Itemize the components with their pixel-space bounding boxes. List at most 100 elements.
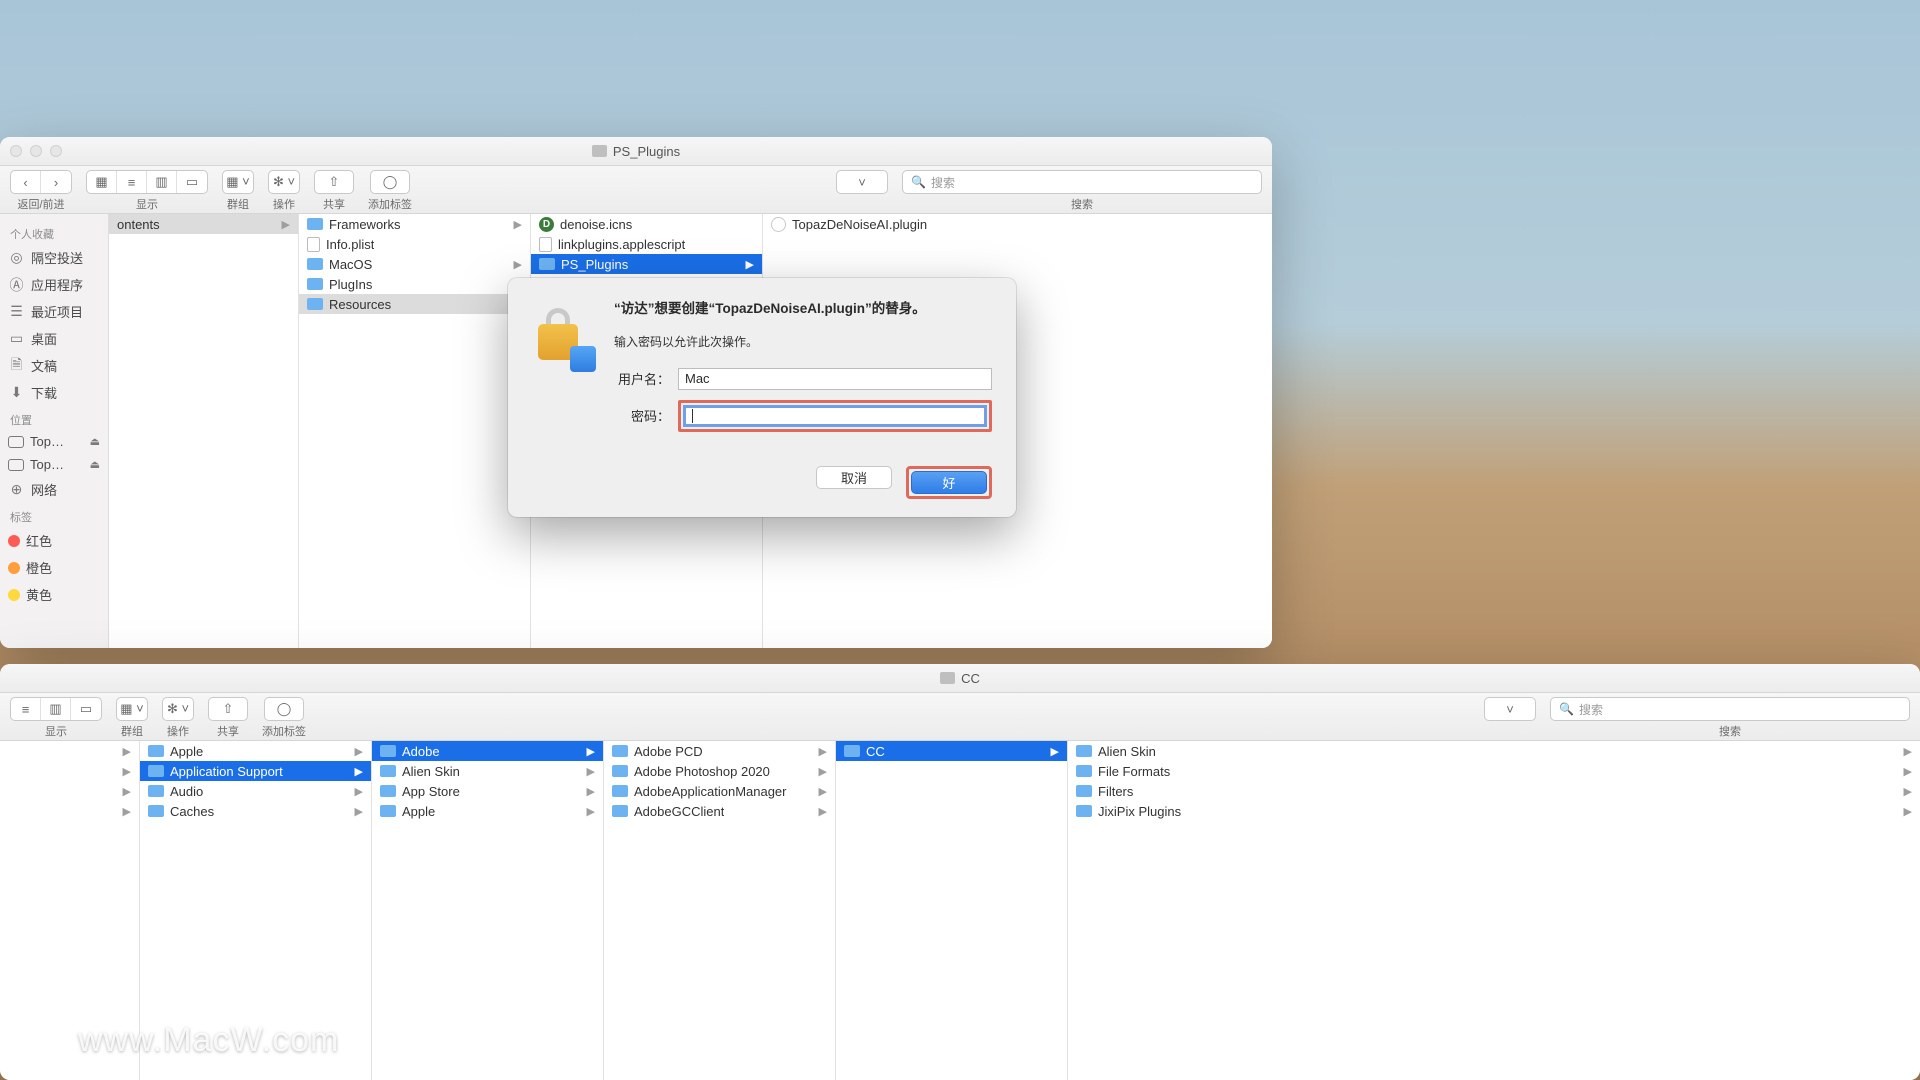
sidebar-tag-red[interactable]: 红色 (0, 527, 108, 554)
list-item[interactable]: ▶ (0, 741, 139, 761)
list-item[interactable]: Frameworks▶ (299, 214, 530, 234)
column-view[interactable]: ▥ (41, 698, 71, 720)
share-button[interactable]: ⇧ (314, 170, 354, 194)
tags-button[interactable]: ◯ (264, 697, 304, 721)
sidebar-airdrop[interactable]: ◎隔空投送 (0, 244, 108, 271)
path-menu[interactable]: ˅ (1484, 697, 1536, 721)
list-item[interactable]: Adobe PCD▶ (604, 741, 835, 761)
list-item[interactable]: Audio▶ (140, 781, 371, 801)
column-2[interactable]: Frameworks▶ Info.plist MacOS▶ PlugIns▶ R… (299, 214, 531, 648)
list-item[interactable]: Alien Skin▶ (372, 761, 603, 781)
list-item[interactable]: ontents▶ (109, 214, 298, 234)
tags-button[interactable]: ◯ (370, 170, 410, 194)
list-item[interactable]: File Formats▶ (1068, 761, 1920, 781)
eject-icon[interactable]: ⏏ (90, 435, 100, 448)
list-item[interactable]: PS_Plugins▶ (531, 254, 762, 274)
column-2[interactable]: Adobe▶ Alien Skin▶ App Store▶ Apple▶ (372, 741, 604, 1080)
chevron-right-icon: ▶ (123, 765, 131, 778)
zoom-dot[interactable] (50, 145, 62, 157)
password-field[interactable] (683, 405, 987, 427)
chevron-right-icon: ▶ (1904, 745, 1912, 758)
forward-button[interactable]: › (41, 171, 71, 193)
path-menu[interactable]: ˅ (836, 170, 888, 194)
titlebar[interactable]: PS_Plugins (0, 137, 1272, 166)
list-item[interactable]: Adobe▶ (372, 741, 603, 761)
titlebar[interactable]: CC (0, 664, 1920, 693)
group-menu[interactable]: ▦ ˅ (222, 170, 254, 194)
gallery-view[interactable]: ▭ (71, 698, 101, 720)
sidebar-recents[interactable]: ☰最近项目 (0, 298, 108, 325)
action-menu[interactable]: ✻ ˅ (268, 170, 300, 194)
traffic-lights (10, 145, 62, 157)
column-4[interactable]: CC▶ (836, 741, 1068, 1080)
list-item[interactable]: App Store▶ (372, 781, 603, 801)
column-0[interactable]: ▶ ▶ ▶ ▶ (0, 741, 140, 1080)
ok-button[interactable]: 好 (911, 471, 987, 494)
group-menu[interactable]: ▦ ˅ (116, 697, 148, 721)
list-item[interactable]: AdobeGCClient▶ (604, 801, 835, 821)
column-3[interactable]: Adobe PCD▶ Adobe Photoshop 2020▶ AdobeAp… (604, 741, 836, 1080)
list-item[interactable]: JixiPix Plugins▶ (1068, 801, 1920, 821)
sidebar-tag-yellow[interactable]: 黄色 (0, 581, 108, 608)
list-item[interactable]: ▶ (0, 781, 139, 801)
list-item[interactable]: Filters▶ (1068, 781, 1920, 801)
list-item[interactable]: Apple▶ (372, 801, 603, 821)
list-item[interactable]: TopazDeNoiseAI.plugin (763, 214, 1272, 234)
cancel-button[interactable]: 取消 (816, 466, 892, 489)
list-item[interactable]: ▶ (0, 801, 139, 821)
sidebar-tag-orange[interactable]: 橙色 (0, 554, 108, 581)
icon-view[interactable]: ▦ (87, 171, 117, 193)
list-item[interactable]: Adobe Photoshop 2020▶ (604, 761, 835, 781)
folder-icon (612, 805, 628, 817)
eject-icon[interactable]: ⏏ (90, 458, 100, 471)
list-item[interactable]: PlugIns▶ (299, 274, 530, 294)
list-view[interactable]: ≡ (117, 171, 147, 193)
tags-label: 添加标签 (368, 196, 412, 212)
sidebar-volume-2[interactable]: Top…⏏ (0, 453, 108, 476)
search-field[interactable]: 🔍搜索 (1550, 697, 1910, 721)
list-item[interactable]: linkplugins.applescript (531, 234, 762, 254)
list-item[interactable]: CC▶ (836, 741, 1067, 761)
path-label (860, 196, 863, 208)
list-item[interactable]: ▶ (0, 761, 139, 781)
list-item[interactable]: Info.plist (299, 234, 530, 254)
folder-icon (148, 785, 164, 797)
sidebar-applications[interactable]: Ⓐ应用程序 (0, 271, 108, 298)
list-item[interactable]: AdobeApplicationManager▶ (604, 781, 835, 801)
sidebar-volume-1[interactable]: Top…⏏ (0, 430, 108, 453)
view-switcher[interactable]: ≡ ▥ ▭ (10, 697, 102, 721)
sidebar-favorites-header: 个人收藏 (0, 220, 108, 244)
list-item[interactable]: Alien Skin▶ (1068, 741, 1920, 761)
search-field[interactable]: 🔍 搜索 (902, 170, 1262, 194)
minimize-dot[interactable] (30, 145, 42, 157)
sidebar-desktop[interactable]: ▭桌面 (0, 325, 108, 352)
list-item[interactable]: Ddenoise.icns (531, 214, 762, 234)
list-item[interactable]: Apple▶ (140, 741, 371, 761)
action-menu[interactable]: ✻ ˅ (162, 697, 194, 721)
gallery-view[interactable]: ▭ (177, 171, 207, 193)
chevron-right-icon: ▶ (355, 765, 363, 778)
folder-icon (380, 785, 396, 797)
column-view[interactable]: ▥ (147, 171, 177, 193)
list-item[interactable]: MacOS▶ (299, 254, 530, 274)
sidebar-documents[interactable]: 🗎文稿 (0, 352, 108, 379)
auth-dialog: “访达”想要创建“TopazDeNoiseAI.plugin”的替身。 输入密码… (508, 278, 1016, 517)
list-item[interactable]: Application Support▶ (140, 761, 371, 781)
share-button[interactable]: ⇧ (208, 697, 248, 721)
column-5[interactable]: Alien Skin▶ File Formats▶ Filters▶ JixiP… (1068, 741, 1920, 1080)
username-field[interactable]: Mac (678, 368, 992, 390)
list-item[interactable]: Caches▶ (140, 801, 371, 821)
sidebar-downloads[interactable]: ⬇下载 (0, 379, 108, 406)
back-button[interactable]: ‹ (11, 171, 41, 193)
search-label: 搜索 (1719, 723, 1741, 739)
nav-back-forward[interactable]: ‹ › (10, 170, 72, 194)
share-label: 共享 (217, 723, 239, 739)
sidebar-network[interactable]: ⊕网络 (0, 476, 108, 503)
column-1[interactable]: ontents▶ (109, 214, 299, 648)
column-1[interactable]: Apple▶ Application Support▶ Audio▶ Cache… (140, 741, 372, 1080)
list-item[interactable]: Resources▶ (299, 294, 530, 314)
list-view[interactable]: ≡ (11, 698, 41, 720)
close-dot[interactable] (10, 145, 22, 157)
airdrop-icon: ◎ (8, 249, 25, 266)
view-switcher[interactable]: ▦ ≡ ▥ ▭ (86, 170, 208, 194)
